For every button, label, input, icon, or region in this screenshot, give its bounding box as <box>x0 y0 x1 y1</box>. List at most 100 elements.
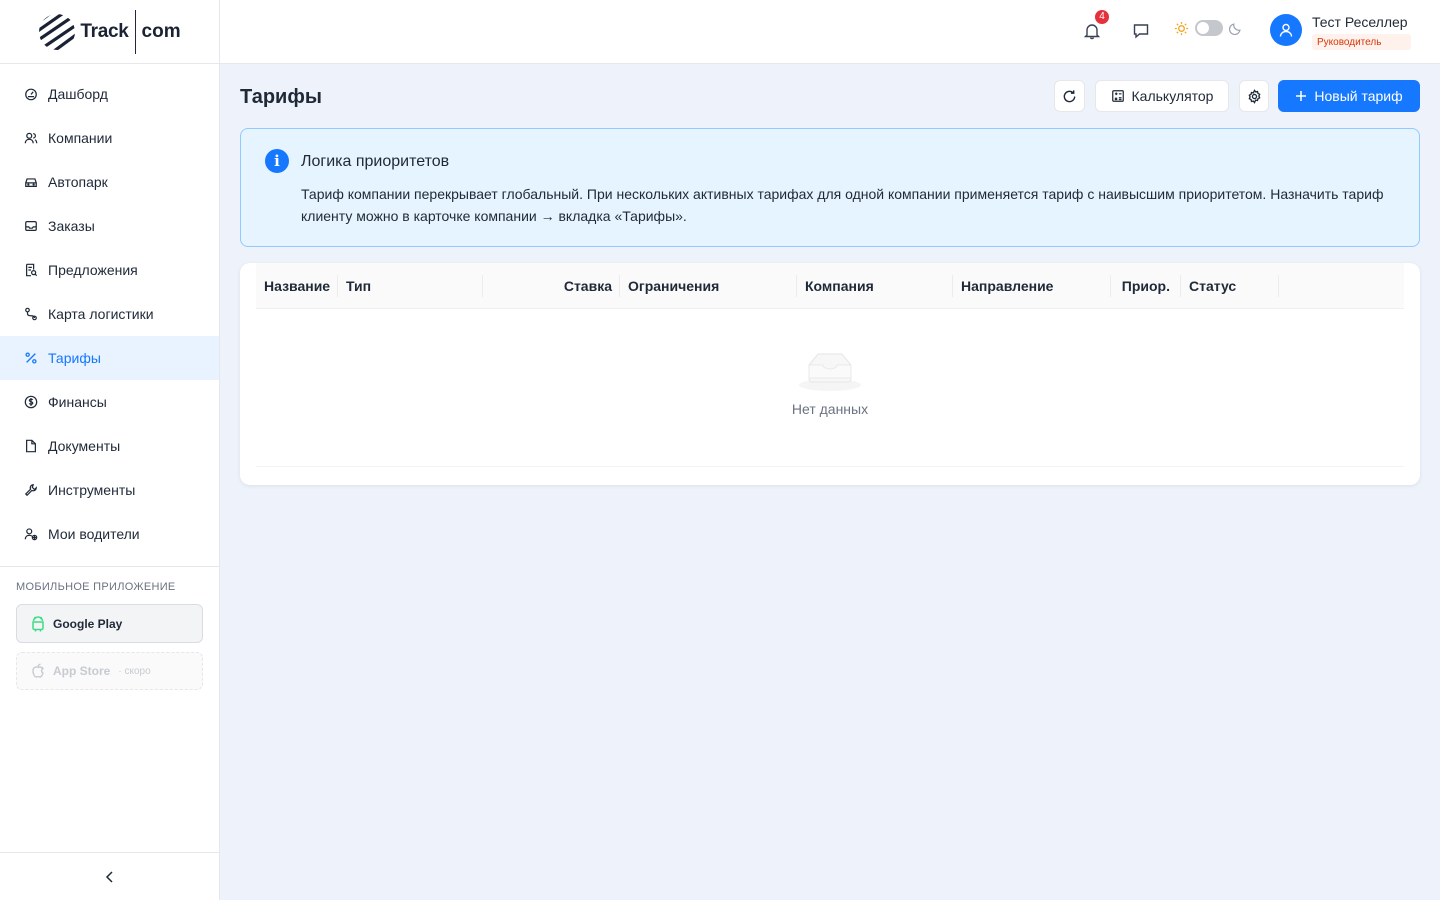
table-header: Название Тип Ставка Ограничения Компания… <box>256 263 1404 309</box>
logo-divider <box>134 9 136 54</box>
sidebar-item-my-drivers[interactable]: Мои водители <box>0 512 219 556</box>
user-menu[interactable]: Тест Реселлер Руководитель <box>1270 12 1412 50</box>
column-header-name[interactable]: Название <box>264 263 330 309</box>
user-name: Тест Реселлер <box>1312 14 1408 30</box>
gear-icon <box>1248 88 1260 104</box>
sidebar-item-tariffs[interactable]: Тарифы <box>0 336 219 380</box>
column-separator <box>796 275 797 297</box>
sidebar-item-finance[interactable]: Финансы <box>0 380 219 424</box>
user-role-tag: Руководитель <box>1312 34 1412 50</box>
column-header-priority[interactable]: Приор. <box>1110 263 1170 309</box>
sidebar-item-tools[interactable]: Инструменты <box>0 468 219 512</box>
empty-label: Нет данных <box>791 401 869 417</box>
plus-icon <box>1296 91 1307 101</box>
notification-badge: 4 <box>1095 10 1109 24</box>
empty-inbox-icon <box>799 353 861 391</box>
app-store-label: App Store <box>53 664 111 678</box>
sidebar-item-label: Автопарк <box>48 174 108 190</box>
sidebar-item-logistics-map[interactable]: Карта логистики <box>0 292 219 336</box>
app-store-button: App Store · скоро <box>16 652 203 690</box>
sidebar-item-label: Финансы <box>48 394 107 410</box>
sidebar-item-label: Компании <box>48 130 113 146</box>
sidebar: Track com Дашборд Компании Автопарк Зака… <box>0 0 220 900</box>
refresh-icon <box>1063 89 1076 102</box>
column-separator <box>337 275 338 297</box>
tariffs-table: Название Тип Ставка Ограничения Компания… <box>256 263 1404 467</box>
sidebar-item-label: Заказы <box>48 218 95 234</box>
user-info: Тест Реселлер Руководитель <box>1312 12 1412 50</box>
column-separator <box>1278 275 1279 297</box>
sidebar-item-offers[interactable]: Предложения <box>0 248 219 292</box>
column-header-company[interactable]: Компания <box>805 263 874 309</box>
sidebar-item-dashboard[interactable]: Дашборд <box>0 72 219 116</box>
tariffs-table-card: Название Тип Ставка Ограничения Компания… <box>240 263 1420 485</box>
sidebar-item-documents[interactable]: Документы <box>0 424 219 468</box>
column-separator <box>1180 275 1181 297</box>
sidebar-nav: Дашборд Компании Автопарк Заказы Предлож… <box>0 64 219 556</box>
column-header-limits[interactable]: Ограничения <box>628 263 719 309</box>
sidebar-item-label: Дашборд <box>48 86 108 102</box>
sidebar-item-label: Предложения <box>48 262 138 278</box>
new-tariff-label: Новый тариф <box>1314 88 1403 104</box>
top-header: 4 Тест Реселлер Руководитель <box>220 0 1440 64</box>
column-separator <box>619 275 620 297</box>
logo-area: Track com <box>0 0 219 64</box>
sidebar-item-label: Инструменты <box>48 482 136 498</box>
settings-button[interactable] <box>1239 80 1269 112</box>
car-icon <box>25 178 37 187</box>
info-icon: i <box>265 149 289 173</box>
new-tariff-button[interactable]: Новый тариф <box>1278 80 1420 112</box>
moon-icon <box>1229 23 1241 35</box>
main-content: Тарифы Калькулятор Новый тариф i Логика … <box>220 64 1440 900</box>
driver-icon <box>24 528 38 541</box>
column-header-direction[interactable]: Направление <box>961 263 1053 309</box>
percent-icon <box>25 352 37 364</box>
bell-icon <box>1083 24 1101 40</box>
tool-icon <box>24 484 37 497</box>
users-icon <box>24 132 38 144</box>
file-icon <box>26 439 36 453</box>
sidebar-item-companies[interactable]: Компании <box>0 116 219 160</box>
sidebar-item-label: Тарифы <box>48 350 101 366</box>
dashboard-icon <box>25 88 37 101</box>
user-icon <box>1279 23 1293 37</box>
chat-icon <box>1133 24 1149 39</box>
sidebar-item-fleet[interactable]: Автопарк <box>0 160 219 204</box>
notifications-button[interactable]: 4 <box>1081 10 1109 42</box>
column-header-type[interactable]: Тип <box>346 263 371 309</box>
calculator-button[interactable]: Калькулятор <box>1095 80 1229 112</box>
logo-text: Track <box>80 20 129 42</box>
logo[interactable]: Track com <box>38 9 181 54</box>
theme-switch[interactable] <box>1195 20 1223 36</box>
info-title: Логика приоритетов <box>301 153 450 170</box>
sidebar-item-label: Мои водители <box>48 526 140 542</box>
refresh-button[interactable] <box>1054 80 1085 112</box>
dollar-icon <box>24 395 38 409</box>
page-title: Тарифы <box>240 86 322 108</box>
sidebar-item-orders[interactable]: Заказы <box>0 204 219 248</box>
mobile-app-title: МОБИЛЬНОЕ ПРИЛОЖЕНИЕ <box>16 581 176 593</box>
route-icon <box>25 307 37 321</box>
calculator-label: Калькулятор <box>1131 88 1214 104</box>
google-play-button[interactable]: Google Play <box>16 604 203 643</box>
messages-button[interactable] <box>1130 20 1152 42</box>
priority-info-alert: i Логика приоритетов Тариф компании пере… <box>240 128 1420 247</box>
info-text: Тариф компании перекрывает глобальный. П… <box>301 186 1384 224</box>
logo-mark-icon <box>39 13 76 50</box>
chevron-left-icon <box>105 870 113 883</box>
sidebar-item-label: Документы <box>48 438 121 454</box>
empty-state: Нет данных <box>256 351 1404 417</box>
avatar[interactable] <box>1270 14 1302 46</box>
app-store-soon: · скоро <box>118 665 151 677</box>
document-search-icon <box>26 263 38 277</box>
mobile-app-section: МОБИЛЬНОЕ ПРИЛОЖЕНИЕ Google Play App Sto… <box>0 566 219 713</box>
sidebar-collapse-button[interactable] <box>0 852 219 900</box>
column-header-status[interactable]: Статус <box>1189 263 1236 309</box>
column-header-rate[interactable]: Ставка <box>482 263 612 309</box>
inbox-icon <box>25 221 37 231</box>
theme-toggle[interactable] <box>1174 20 1243 36</box>
google-play-label: Google Play <box>53 616 123 631</box>
sidebar-item-label: Карта логистики <box>48 306 154 322</box>
apple-icon <box>32 663 44 678</box>
logo-text-suffix: com <box>141 20 181 42</box>
